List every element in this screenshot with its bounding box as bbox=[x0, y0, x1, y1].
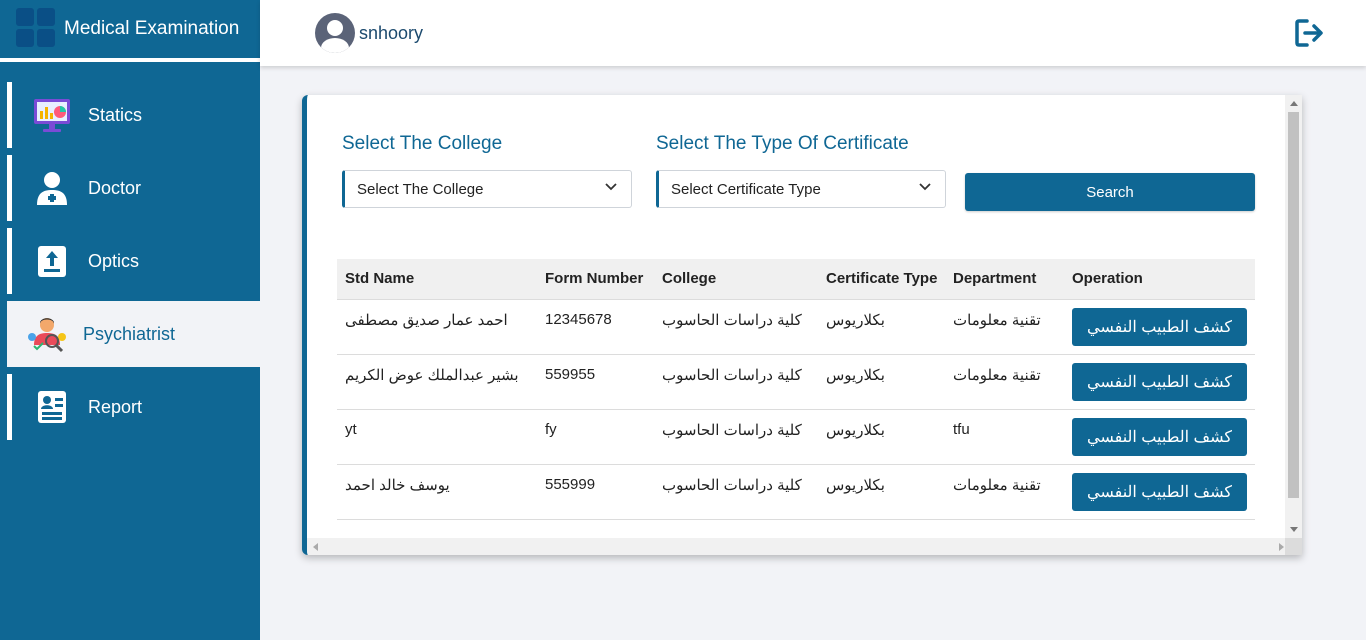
monitor-chart-icon bbox=[30, 93, 74, 137]
sidebar-item-optics[interactable]: Optics bbox=[7, 228, 260, 294]
sidebar-item-label: Doctor bbox=[88, 177, 142, 198]
cell-college: كلية دراسات الحاسوب bbox=[654, 299, 818, 355]
cell-dept: tfu bbox=[945, 409, 1064, 465]
cell-operation: كشف الطبيب النفسي bbox=[1064, 409, 1255, 465]
cell-cert: بكلاريوس bbox=[818, 409, 945, 465]
chevron-down-icon bbox=[919, 183, 931, 191]
column-header: Std Name bbox=[337, 259, 537, 300]
sidebar-item-report[interactable]: Report bbox=[7, 374, 260, 440]
column-header: Department bbox=[945, 259, 1064, 300]
cell-dept: تقنية معلومات bbox=[945, 464, 1064, 520]
app-title: Medical Examination bbox=[64, 18, 240, 39]
sidebar-item-label: Optics bbox=[88, 250, 140, 271]
cell-operation: كشف الطبيب النفسي bbox=[1064, 464, 1255, 520]
table-row: بشير عبدالملك عوض الكريم 559955 كلية درا… bbox=[337, 354, 1255, 410]
scroll-up-icon[interactable] bbox=[1290, 101, 1298, 106]
cell-college: كلية دراسات الحاسوب bbox=[654, 409, 818, 465]
cell-dept: تقنية معلومات bbox=[945, 354, 1064, 410]
cell-name: yt bbox=[337, 409, 537, 465]
cell-form: 555999 bbox=[537, 464, 654, 520]
sidebar-item-psychiatrist[interactable]: Psychiatrist bbox=[4, 301, 260, 367]
students-table: Std Name Form Number College Certificate… bbox=[337, 259, 1255, 520]
doctor-icon bbox=[30, 166, 74, 210]
report-icon bbox=[30, 385, 74, 429]
cell-college: كلية دراسات الحاسوب bbox=[654, 464, 818, 520]
chevron-down-icon bbox=[605, 183, 617, 191]
scroll-right-icon[interactable] bbox=[1279, 543, 1284, 551]
college-select-value: Select The College bbox=[357, 180, 484, 198]
cell-cert: بكلاريوس bbox=[818, 464, 945, 520]
certificate-select[interactable]: Select Certificate Type bbox=[656, 170, 946, 208]
top-header: snhoory bbox=[260, 0, 1366, 66]
scroll-down-icon[interactable] bbox=[1290, 527, 1298, 532]
avatar[interactable] bbox=[315, 13, 355, 53]
sidebar-nav: Statics Doctor Optics Psychiatrist Repor… bbox=[0, 82, 260, 440]
certificate-label: Select The Type Of Certificate bbox=[656, 133, 909, 154]
sidebar-item-label: Psychiatrist bbox=[83, 323, 176, 344]
logout-icon[interactable] bbox=[1294, 18, 1326, 48]
app-logo-icon bbox=[16, 8, 58, 50]
cell-name: بشير عبدالملك عوض الكريم bbox=[337, 354, 537, 410]
college-select[interactable]: Select The College bbox=[342, 170, 632, 208]
column-header: Certificate Type bbox=[818, 259, 945, 300]
search-button[interactable]: Search bbox=[965, 173, 1255, 211]
college-label: Select The College bbox=[342, 133, 503, 154]
upload-clipboard-icon bbox=[30, 239, 74, 283]
psychiatrist-exam-button[interactable]: كشف الطبيب النفسي bbox=[1072, 472, 1247, 511]
cell-cert: بكلاريوس bbox=[818, 299, 945, 355]
scrollbar-thumb[interactable] bbox=[1288, 112, 1299, 498]
cell-name: يوسف خالد احمد bbox=[337, 464, 537, 520]
sidebar-item-doctor[interactable]: Doctor bbox=[7, 155, 260, 221]
main-card: Select The College Select The College Se… bbox=[302, 95, 1302, 555]
column-header: Form Number bbox=[537, 259, 654, 300]
psychiatrist-icon bbox=[25, 312, 69, 356]
cell-form: 12345678 bbox=[537, 299, 654, 355]
sidebar-item-statics[interactable]: Statics bbox=[7, 82, 260, 148]
horizontal-scrollbar[interactable] bbox=[307, 538, 1290, 555]
table-row: يوسف خالد احمد 555999 كلية دراسات الحاسو… bbox=[337, 464, 1255, 520]
cell-cert: بكلاريوس bbox=[818, 354, 945, 410]
cell-operation: كشف الطبيب النفسي bbox=[1064, 354, 1255, 410]
sidebar-item-label: Report bbox=[88, 396, 143, 417]
filter-bar: Select The College Select The College Se… bbox=[342, 133, 1262, 213]
username: snhoory bbox=[359, 22, 424, 43]
sidebar: Medical Examination Statics Doctor Optic… bbox=[0, 0, 260, 640]
certificate-select-value: Select Certificate Type bbox=[671, 180, 821, 198]
sidebar-item-label: Statics bbox=[88, 104, 143, 125]
cell-dept: تقنية معلومات bbox=[945, 299, 1064, 355]
table-row: yt fy كلية دراسات الحاسوب بكلاريوس tfu ك… bbox=[337, 409, 1255, 465]
psychiatrist-exam-button[interactable]: كشف الطبيب النفسي bbox=[1072, 417, 1247, 456]
column-header: Operation bbox=[1064, 259, 1255, 300]
column-header: College bbox=[654, 259, 818, 300]
brand: Medical Examination bbox=[0, 0, 260, 62]
cell-form: fy bbox=[537, 409, 654, 465]
cell-college: كلية دراسات الحاسوب bbox=[654, 354, 818, 410]
cell-form: 559955 bbox=[537, 354, 654, 410]
psychiatrist-exam-button[interactable]: كشف الطبيب النفسي bbox=[1072, 307, 1247, 346]
cell-operation: كشف الطبيب النفسي bbox=[1064, 299, 1255, 355]
table-header-row: Std Name Form Number College Certificate… bbox=[337, 259, 1255, 300]
psychiatrist-exam-button[interactable]: كشف الطبيب النفسي bbox=[1072, 362, 1247, 401]
table-row: احمد عمار صديق مصطفى 12345678 كلية دراسا… bbox=[337, 299, 1255, 355]
scrollbar-corner bbox=[1285, 538, 1302, 555]
vertical-scrollbar[interactable] bbox=[1285, 95, 1302, 538]
cell-name: احمد عمار صديق مصطفى bbox=[337, 299, 537, 355]
scroll-left-icon[interactable] bbox=[313, 543, 318, 551]
